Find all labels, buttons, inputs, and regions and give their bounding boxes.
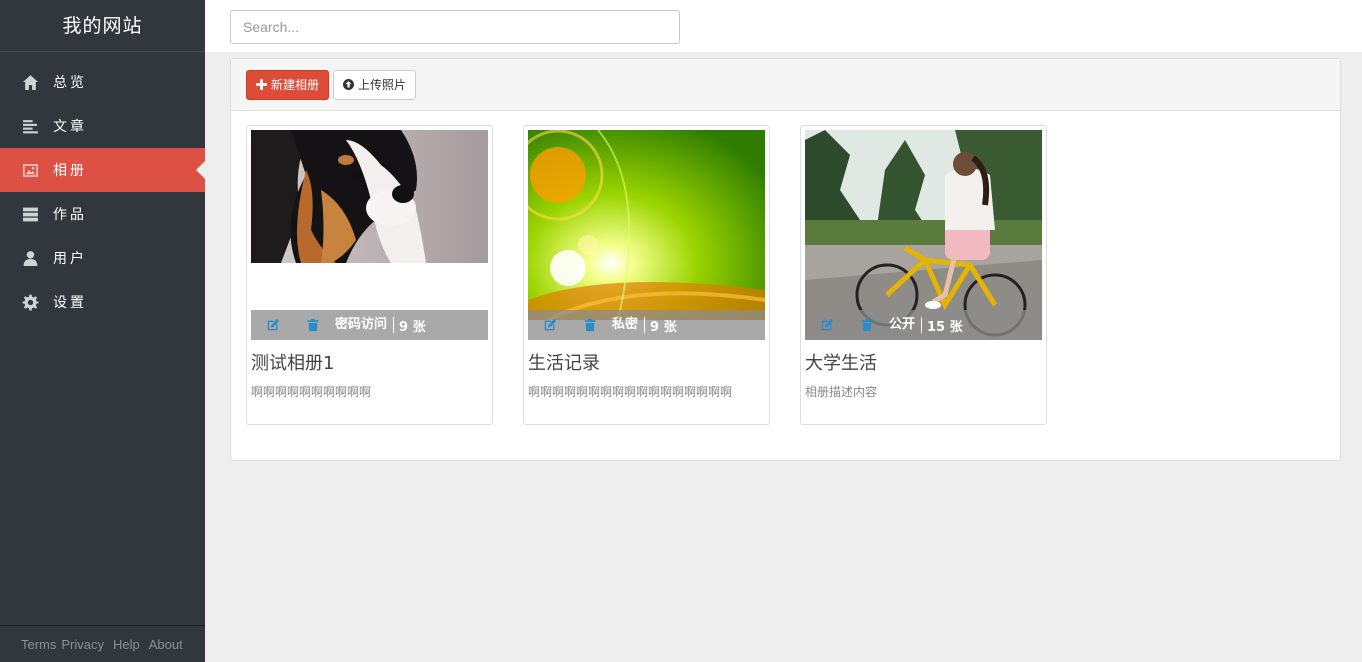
user-icon <box>21 249 39 267</box>
plus-icon <box>256 79 267 90</box>
album-title[interactable]: 大学生活 <box>805 349 1042 375</box>
album-access: 私密 <box>612 317 646 333</box>
sidebar-item-label: 设置 <box>53 295 87 311</box>
article-icon <box>21 117 39 135</box>
sidebar-footer: Terms Privacy Help About <box>0 625 205 662</box>
edit-icon[interactable] <box>263 315 283 335</box>
albums-panel: 新建相册 上传照片 密码访问 9 张 测试相册1 啊啊啊啊啊啊啊啊啊啊 私密 9… <box>230 58 1341 461</box>
upload-circle-icon <box>343 79 355 90</box>
sidebar-item-albums[interactable]: 相册 <box>0 148 205 192</box>
footer-link-about[interactable]: About <box>149 637 183 652</box>
album-description: 啊啊啊啊啊啊啊啊啊啊啊啊啊啊啊啊啊 <box>528 385 733 399</box>
album-title[interactable]: 测试相册1 <box>251 349 488 375</box>
sidebar-nav: 总览 文章 相册 作品 用户 设置 <box>0 60 205 324</box>
album-grid: 密码访问 9 张 测试相册1 啊啊啊啊啊啊啊啊啊啊 私密 9 张 生活记录 啊啊… <box>246 125 1047 425</box>
sidebar-item-label: 文章 <box>53 119 87 135</box>
footer-link-help[interactable]: Help <box>113 637 140 652</box>
image-icon <box>21 161 39 179</box>
album-description: 相册描述内容 <box>805 385 878 399</box>
upload-photo-button[interactable]: 上传照片 <box>333 69 417 100</box>
edit-icon[interactable] <box>817 315 837 335</box>
album-card[interactable]: 密码访问 9 张 测试相册1 啊啊啊啊啊啊啊啊啊啊 <box>246 125 493 425</box>
album-cover-image <box>528 130 765 320</box>
album-description: 啊啊啊啊啊啊啊啊啊啊 <box>251 385 372 399</box>
gear-icon <box>21 293 39 311</box>
top-bar <box>205 0 1362 52</box>
sidebar-item-articles[interactable]: 文章 <box>0 104 205 148</box>
edit-icon[interactable] <box>540 315 560 335</box>
album-photo-count: 9 张 <box>650 319 677 335</box>
new-album-button[interactable]: 新建相册 <box>246 69 330 100</box>
album-info-bar: 密码访问 9 张 <box>251 310 488 340</box>
album-cover-image <box>805 130 1042 340</box>
trash-icon[interactable] <box>857 315 877 335</box>
footer-link-privacy[interactable]: Privacy <box>61 637 104 652</box>
album-photo-count: 9 张 <box>399 319 426 335</box>
album-card[interactable]: 私密 9 张 生活记录 啊啊啊啊啊啊啊啊啊啊啊啊啊啊啊啊啊 <box>523 125 770 425</box>
album-info-bar: 公开 15 张 <box>805 310 1042 340</box>
album-access: 密码访问 <box>335 317 395 333</box>
home-icon <box>21 73 39 91</box>
sidebar-item-settings[interactable]: 设置 <box>0 280 205 324</box>
album-cover-image <box>251 130 488 263</box>
sidebar-item-users[interactable]: 用户 <box>0 236 205 280</box>
panel-toolbar: 新建相册 上传照片 <box>231 59 1340 111</box>
trash-icon[interactable] <box>580 315 600 335</box>
sidebar: 我的网站 总览 文章 相册 作品 用户 设置 Terms Privacy Hel… <box>0 0 205 662</box>
search-input[interactable] <box>230 10 680 44</box>
album-thumbnail[interactable]: 私密 9 张 <box>528 130 765 340</box>
album-access: 公开 <box>889 317 923 333</box>
sidebar-item-works[interactable]: 作品 <box>0 192 205 236</box>
server-icon <box>21 205 39 223</box>
album-thumbnail[interactable]: 公开 15 张 <box>805 130 1042 340</box>
new-album-label: 新建相册 <box>271 78 320 92</box>
sidebar-item-label: 相册 <box>53 163 87 179</box>
site-brand[interactable]: 我的网站 <box>0 0 205 52</box>
sidebar-item-label: 用户 <box>53 251 87 267</box>
sidebar-item-label: 作品 <box>53 207 87 223</box>
album-photo-count: 15 张 <box>927 319 963 335</box>
trash-icon[interactable] <box>303 315 323 335</box>
sidebar-item-label: 总览 <box>53 75 87 91</box>
album-card[interactable]: 公开 15 张 大学生活 相册描述内容 <box>800 125 1047 425</box>
sidebar-item-overview[interactable]: 总览 <box>0 60 205 104</box>
album-thumbnail[interactable]: 密码访问 9 张 <box>251 130 488 340</box>
album-info-bar: 私密 9 张 <box>528 310 765 340</box>
upload-photo-label: 上传照片 <box>358 78 407 92</box>
album-title[interactable]: 生活记录 <box>528 349 765 375</box>
footer-link-terms[interactable]: Terms <box>21 637 56 652</box>
